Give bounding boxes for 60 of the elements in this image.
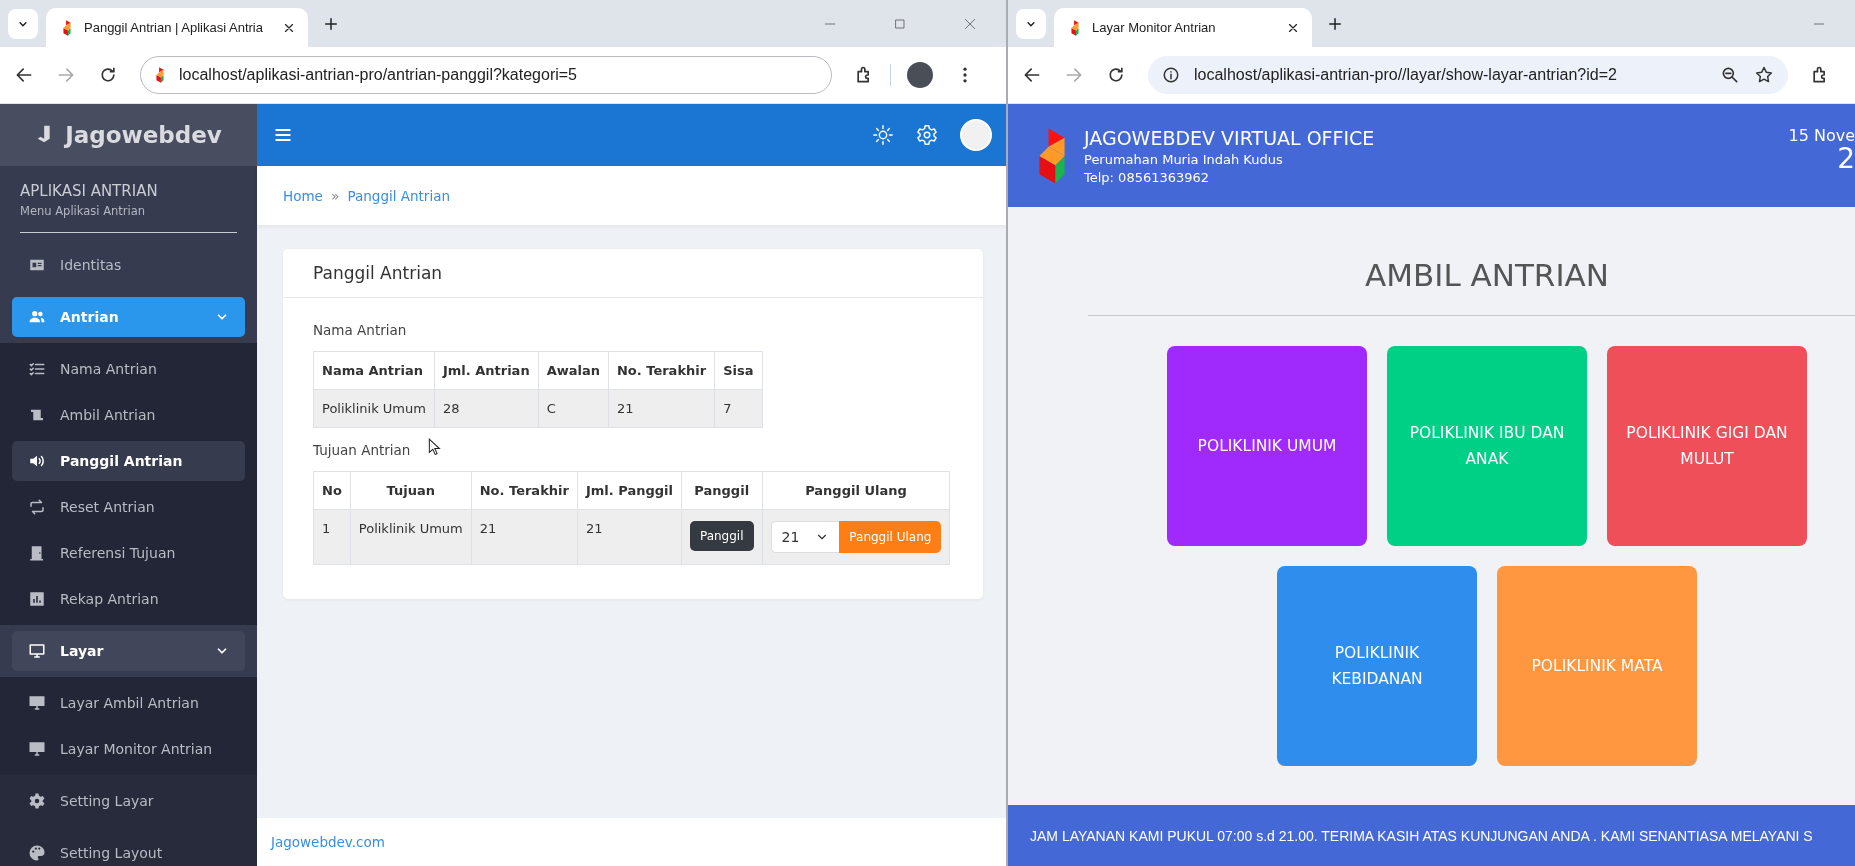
sidebar-item[interactable]: Layar Monitor Antrian <box>12 729 245 769</box>
section-label: Nama Antrian <box>313 322 407 338</box>
table-cell: Poliklinik Umum <box>350 509 472 565</box>
running-text: JAM LAYANAN KAMI PUKUL 07:00 s.d 21.00. TERIMA KASIH ATAS KUNJUNGAN ANDA . KAMI SENANTIASA MELAYANI S <box>1030 827 1813 844</box>
table-cell: 21 <box>608 389 715 428</box>
sidebar-item[interactable]: Referensi Tujuan <box>12 533 245 573</box>
url-text: localhost/aplikasi-antrian-pro//layar/show-layar-antrian?id=2 <box>1194 66 1617 84</box>
company-name: JAGOWEBDEV VIRTUAL OFFICE <box>1084 126 1375 149</box>
column-header: Panggil <box>681 471 762 510</box>
app-subtitle: Menu Aplikasi Antrian <box>20 204 147 218</box>
table-cell: Poliklinik Umum <box>313 389 435 428</box>
sidebar-item[interactable]: Ambil Antrian <box>12 395 245 435</box>
table-cell: 1 <box>313 509 351 565</box>
browser-tab[interactable]: Layar Monitor Antrian <box>1054 8 1312 47</box>
tab-title: Panggil Antrian | Aplikasi Antria <box>84 20 264 35</box>
column-header: Jml. Antrian <box>434 351 539 390</box>
column-header: No. Terakhir <box>471 471 578 510</box>
sidebar-item[interactable]: Setting Layar <box>12 781 245 821</box>
column-header: Awalan <box>538 351 609 390</box>
number-select[interactable]: 21 <box>770 521 840 553</box>
sidebar-item[interactable]: Setting Layout <box>12 833 245 866</box>
table-cell: 7 <box>714 389 762 428</box>
table-cell: 28 <box>434 389 539 428</box>
sidebar-item[interactable]: Panggil Antrian <box>12 441 245 481</box>
column-header: Nama Antrian <box>313 351 435 390</box>
column-header: No. Terakhir <box>608 351 715 390</box>
sidebar-item[interactable]: Layar Ambil Antrian <box>12 683 245 723</box>
queue-tile[interactable]: POLIKLINIK GIGI DAN MULUT <box>1607 346 1807 546</box>
column-header: No <box>313 471 351 510</box>
sidebar-item[interactable]: Nama Antrian <box>12 349 245 389</box>
url-text: localhost/aplikasi-antrian-pro/antrian-panggil?kategori=5 <box>179 66 577 84</box>
column-header: Jml. Panggil <box>577 471 682 510</box>
sidebar-item[interactable]: Layar <box>12 631 245 671</box>
table-cell: C <box>538 389 609 428</box>
date-text: 15 Nove <box>1788 126 1855 145</box>
app-title: APLIKASI ANTRIAN <box>20 182 159 200</box>
column-header: Panggil Ulang <box>762 471 950 510</box>
breadcrumb-link[interactable]: Home <box>283 187 323 204</box>
footer-link[interactable]: Jagowebdev.com <box>271 834 385 850</box>
call-button[interactable]: Panggil <box>689 521 754 551</box>
column-header: Tujuan <box>350 471 472 510</box>
sidebar-item[interactable]: Rekap Antrian <box>12 579 245 619</box>
clock-text: 2 <box>1837 145 1855 173</box>
column-header: Sisa <box>714 351 762 390</box>
address-bar[interactable]: localhost/aplikasi-antrian-pro//layar/show-layar-antrian?id=2 <box>1148 56 1788 94</box>
section-label: Tujuan Antrian <box>313 442 411 458</box>
brand-name: Jagowebdev <box>65 122 222 148</box>
page-title: AMBIL ANTRIAN <box>1364 257 1610 293</box>
breadcrumb-current: Panggil Antrian <box>347 187 450 204</box>
sidebar-item[interactable]: Reset Antrian <box>12 487 245 527</box>
table-cell: 21 <box>577 509 682 565</box>
browser-tab[interactable]: Panggil Antrian | Aplikasi Antria <box>46 8 308 47</box>
card-title: Panggil Antrian <box>283 249 983 298</box>
company-address: Perumahan Muria Indah Kudus <box>1084 151 1284 167</box>
company-phone: Telp: 08561363962 <box>1084 169 1211 185</box>
table-cell: 21 <box>471 509 578 565</box>
queue-tile[interactable]: POLIKLINIK UMUM <box>1167 346 1367 546</box>
address-bar[interactable]: localhost/aplikasi-antrian-pro/antrian-panggil?kategori=5 <box>140 56 832 94</box>
breadcrumb-separator: » <box>330 187 340 204</box>
tab-title: Layar Monitor Antrian <box>1092 20 1217 35</box>
